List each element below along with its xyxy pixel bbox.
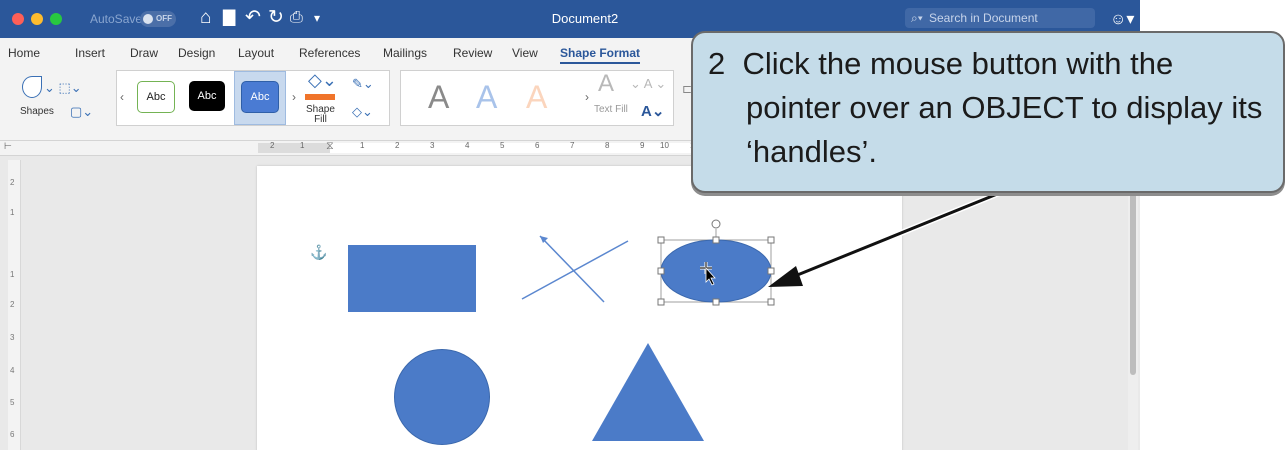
callout-text: 2 Click the mouse button with the pointe… <box>708 42 1278 174</box>
crossed-lines-shape[interactable] <box>521 235 629 303</box>
handle-bottom[interactable] <box>712 298 720 306</box>
triangle-shape[interactable] <box>592 343 704 441</box>
handle-bottom-right[interactable] <box>767 298 775 306</box>
handle-top-left[interactable] <box>657 236 665 244</box>
handle-bottom-left[interactable] <box>657 298 665 306</box>
ellipse-shape[interactable] <box>660 239 772 303</box>
handle-right[interactable] <box>767 267 775 275</box>
callout-line-1: 2 Click the mouse button with the <box>708 46 1174 81</box>
callout-arrow <box>768 185 1014 287</box>
callout-line-2: pointer over an OBJECT to display its <box>746 90 1263 125</box>
callout-line-3: ‘handles’. <box>746 134 877 169</box>
handle-top[interactable] <box>712 236 720 244</box>
rotate-handle-icon[interactable] <box>711 219 721 229</box>
selected-ellipse-group[interactable] <box>657 219 775 306</box>
handle-top-right[interactable] <box>767 236 775 244</box>
handle-left[interactable] <box>657 267 665 275</box>
